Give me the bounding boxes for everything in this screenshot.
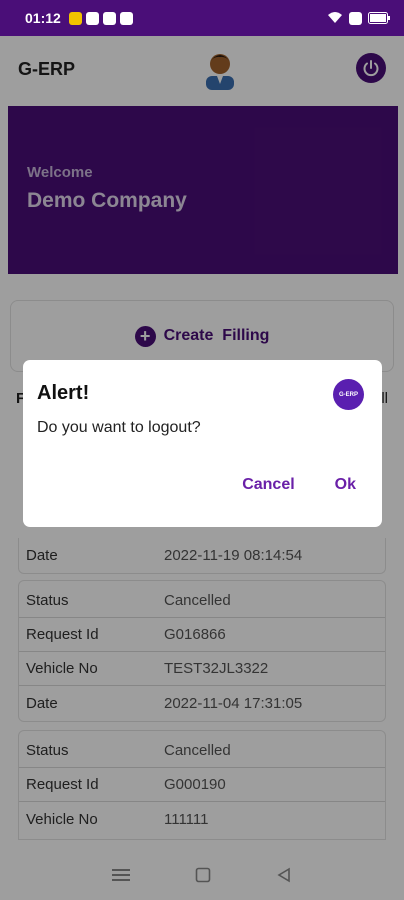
cancel-button[interactable]: Cancel [242, 476, 294, 494]
status-time: 01:12 [25, 10, 61, 26]
dialog-message: Do you want to logout? [37, 419, 201, 436]
alert-dialog: Alert! Do you want to logout? G-ERP Canc… [23, 360, 382, 527]
status-bar: 01:12 [0, 0, 404, 36]
whatsapp-icon [102, 11, 116, 25]
gmail-icon [85, 11, 99, 25]
message-icon [119, 11, 133, 25]
status-icons-left [68, 11, 133, 25]
battery-icon [368, 12, 390, 24]
app-logo-icon: G-ERP [333, 379, 364, 410]
dialog-title: Alert! [37, 382, 90, 404]
status-icons-right [327, 11, 390, 25]
notification-icon [68, 11, 82, 25]
ok-button[interactable]: Ok [335, 476, 356, 494]
dialog-actions: Cancel Ok [242, 476, 356, 494]
wifi-icon [328, 12, 342, 23]
sim-icon [349, 11, 362, 25]
